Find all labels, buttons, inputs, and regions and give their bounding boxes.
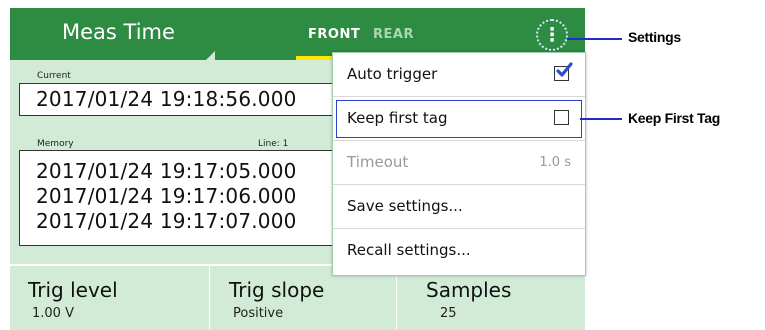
page-title: Meas Time xyxy=(62,20,175,44)
checkmark-icon xyxy=(556,62,573,77)
current-label: Current xyxy=(37,71,71,81)
stat-value: 25 xyxy=(440,306,457,321)
settings-annotation: Settings xyxy=(628,29,681,45)
keep-first-tag-checkbox[interactable] xyxy=(554,110,569,125)
stat-title: Trig level xyxy=(28,278,118,302)
menu-item-timeout: Timeout 1.0 s xyxy=(333,141,585,185)
memory-label: Memory xyxy=(37,139,74,149)
settings-dropdown-menu: Auto trigger Keep first tag Timeout 1.0 … xyxy=(332,52,586,276)
title-notch xyxy=(206,51,215,60)
tab-rear[interactable]: REAR xyxy=(373,27,414,42)
auto-trigger-checkbox[interactable] xyxy=(554,62,573,81)
timeout-value: 1.0 s xyxy=(539,155,571,170)
keep-first-tag-annotation: Keep First Tag xyxy=(628,110,721,126)
memory-line-label: Line: 1 xyxy=(258,139,289,149)
stat-title: Trig slope xyxy=(229,278,325,302)
menu-item-auto-trigger[interactable]: Auto trigger xyxy=(333,53,585,97)
memory-entry: 2017/01/24 19:17:06.000 xyxy=(36,184,297,208)
stat-value: 1.00 V xyxy=(32,306,74,321)
keep-first-tag-annotation-line xyxy=(580,118,622,120)
menu-item-label: Timeout xyxy=(347,153,409,171)
menu-item-keep-first-tag[interactable]: Keep first tag xyxy=(333,97,585,141)
menu-item-label: Keep first tag xyxy=(347,109,448,127)
memory-entry: 2017/01/24 19:17:05.000 xyxy=(36,159,297,183)
menu-item-label: Recall settings... xyxy=(347,241,471,259)
current-time-value: 2017/01/24 19:18:56.000 xyxy=(36,87,297,111)
menu-item-recall-settings[interactable]: Recall settings... xyxy=(333,229,585,273)
stat-trig-level[interactable]: Trig level 1.00 V xyxy=(10,266,210,330)
menu-item-save-settings[interactable]: Save settings... xyxy=(333,185,585,229)
memory-entry: 2017/01/24 19:17:07.000 xyxy=(36,209,297,233)
stat-title: Samples xyxy=(426,278,512,302)
settings-annotation-line xyxy=(567,38,622,40)
menu-item-label: Auto trigger xyxy=(347,65,438,83)
tab-front[interactable]: FRONT xyxy=(308,27,360,42)
stat-value: Positive xyxy=(233,306,284,321)
current-time-box: 2017/01/24 19:18:56.000 xyxy=(19,83,351,116)
more-options-icon[interactable]: ⋮ xyxy=(536,19,568,51)
menu-item-label: Save settings... xyxy=(347,197,463,215)
memory-list-box[interactable]: 2017/01/24 19:17:05.000 2017/01/24 19:17… xyxy=(19,150,351,246)
